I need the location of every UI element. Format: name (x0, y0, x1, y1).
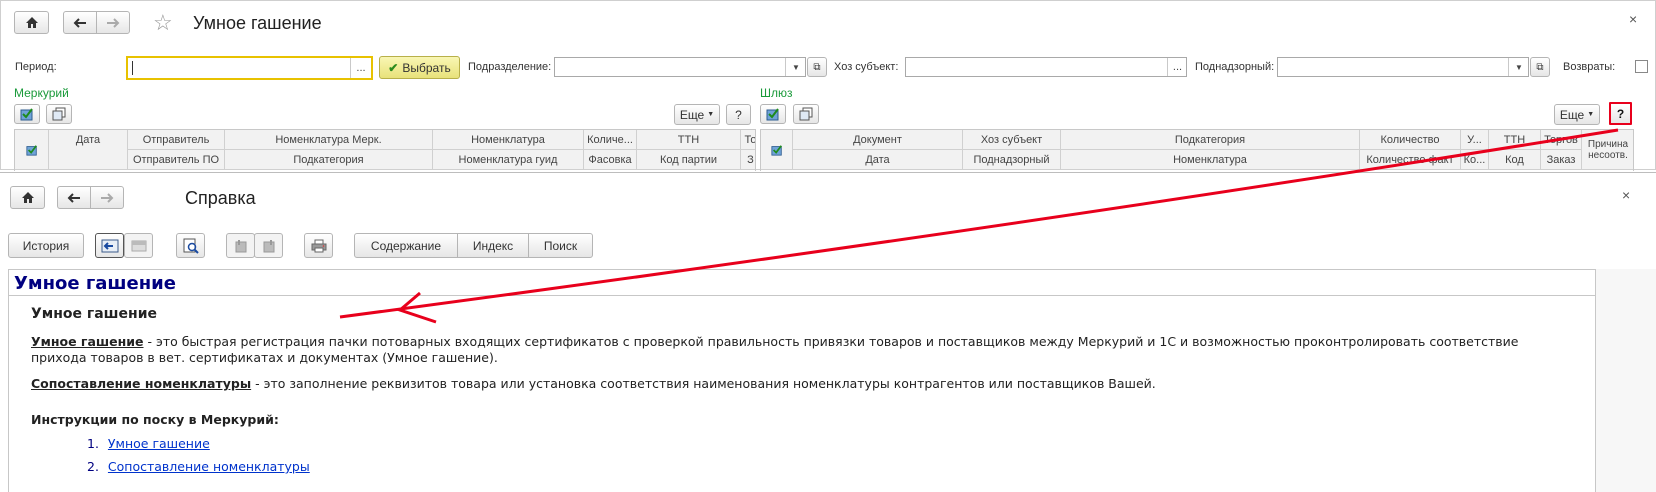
annotation-arrow (339, 128, 1619, 324)
